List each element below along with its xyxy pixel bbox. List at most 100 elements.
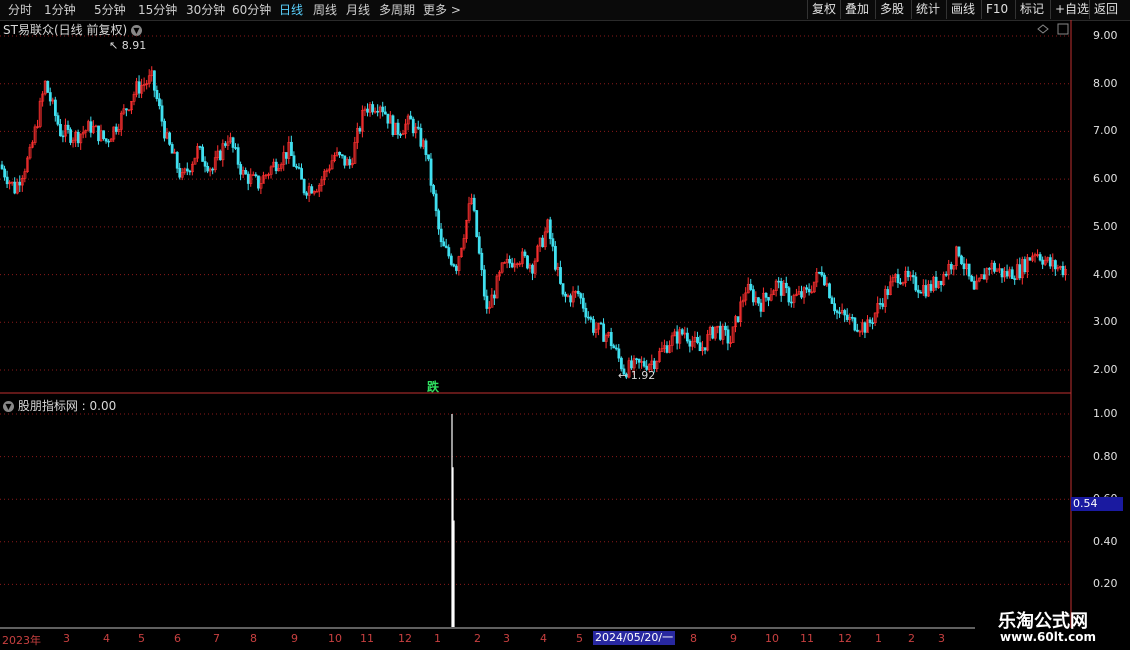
candle-body — [619, 357, 623, 370]
window-icon[interactable] — [1057, 23, 1069, 35]
candle-body — [302, 178, 306, 194]
x-tick-label: 3 — [503, 632, 510, 645]
candle-body — [399, 134, 402, 136]
candle-body — [584, 307, 588, 318]
candle-body — [914, 276, 918, 291]
candle-body — [929, 284, 933, 291]
candle-body — [206, 165, 210, 172]
x-tick-label: 4 — [103, 632, 110, 645]
candle-body — [160, 105, 164, 122]
candle-body — [982, 274, 986, 280]
candle-body — [340, 154, 344, 157]
candle-body — [236, 147, 240, 165]
candle-body — [779, 281, 783, 296]
candle-body — [919, 291, 923, 294]
candle-body — [125, 108, 128, 111]
candle-body — [1023, 259, 1027, 273]
candle-body — [680, 329, 684, 335]
candle-body — [411, 118, 415, 134]
candle-body — [1000, 268, 1004, 278]
candle-body — [168, 132, 172, 145]
watermark-url: www.60lt.com — [1000, 630, 1097, 644]
candle-body — [114, 126, 118, 132]
candle-body — [292, 155, 296, 167]
candle-body — [1005, 271, 1009, 277]
candle-body — [104, 138, 108, 142]
candle-body — [911, 275, 915, 278]
diamond-icon[interactable] — [1037, 24, 1049, 34]
candle-body — [493, 294, 496, 299]
candle-body — [916, 289, 920, 293]
candle-body — [790, 301, 793, 304]
candle-body — [447, 247, 451, 257]
candle-body — [305, 192, 309, 196]
candle-body — [284, 152, 288, 159]
candle-body — [838, 312, 842, 314]
candle-body — [688, 340, 692, 347]
candle-body — [823, 274, 826, 286]
candle-body — [967, 263, 971, 277]
x-tick-label: 11 — [800, 632, 814, 645]
candle-body — [828, 283, 831, 299]
candle-body — [163, 120, 166, 139]
candle-body — [637, 358, 641, 363]
candle-body — [581, 297, 585, 309]
candle-body — [46, 80, 50, 93]
candle-body — [805, 287, 809, 290]
candle-body — [718, 325, 722, 340]
x-tick-label: 9 — [730, 632, 737, 645]
candle-body — [957, 246, 961, 257]
candle-body — [343, 155, 347, 166]
y-tick-label: 1.00 — [1093, 407, 1118, 420]
candle-body — [218, 150, 222, 161]
candle-body — [66, 124, 70, 130]
signal-label: 跌 — [427, 380, 440, 394]
candle-body — [424, 140, 428, 155]
candle-body — [878, 303, 882, 305]
candle-body — [437, 210, 441, 230]
candle-body — [559, 267, 562, 284]
candle-body — [863, 322, 867, 333]
candle-body — [257, 175, 260, 189]
candle-body — [759, 302, 763, 312]
candle-body — [949, 264, 953, 270]
candle-body — [871, 322, 875, 324]
x-tick-label: 12 — [838, 632, 852, 645]
candle-body — [675, 331, 679, 344]
candle-body — [432, 185, 435, 195]
candle-body — [155, 89, 159, 100]
candle-body — [944, 273, 948, 276]
candle-body — [442, 241, 446, 247]
candle-body — [48, 92, 52, 102]
candle-body — [906, 270, 910, 278]
cursor-date-label: 2024/05/20/一 — [593, 631, 676, 645]
candle-body — [1028, 257, 1032, 261]
candle-body — [612, 345, 616, 349]
candle-body — [18, 181, 22, 186]
candle-body — [348, 159, 352, 166]
candle-body — [508, 258, 512, 264]
candle-body — [724, 325, 727, 331]
candle-body — [554, 246, 557, 270]
candle-body — [485, 295, 489, 309]
candle-body — [749, 283, 753, 290]
candle-body — [784, 282, 788, 289]
candle-body — [586, 316, 590, 319]
current-value-badge: 0.54 — [1071, 497, 1123, 511]
candle-body — [56, 115, 60, 125]
candle-body — [548, 219, 552, 239]
candle-body — [510, 262, 514, 268]
x-tick-label: 5 — [576, 632, 583, 645]
candle-body — [224, 143, 227, 146]
candle-body — [444, 245, 448, 248]
candle-body — [541, 237, 545, 248]
candle-body — [1041, 259, 1045, 265]
candle-body — [592, 319, 595, 333]
candle-body — [475, 210, 479, 237]
candle-body — [76, 131, 80, 144]
candle-body — [198, 146, 202, 148]
kline-chart[interactable] — [0, 0, 1130, 650]
y-tick-label: 4.00 — [1093, 267, 1118, 281]
candle-body — [757, 297, 760, 304]
x-tick-label: 1 — [434, 632, 441, 645]
